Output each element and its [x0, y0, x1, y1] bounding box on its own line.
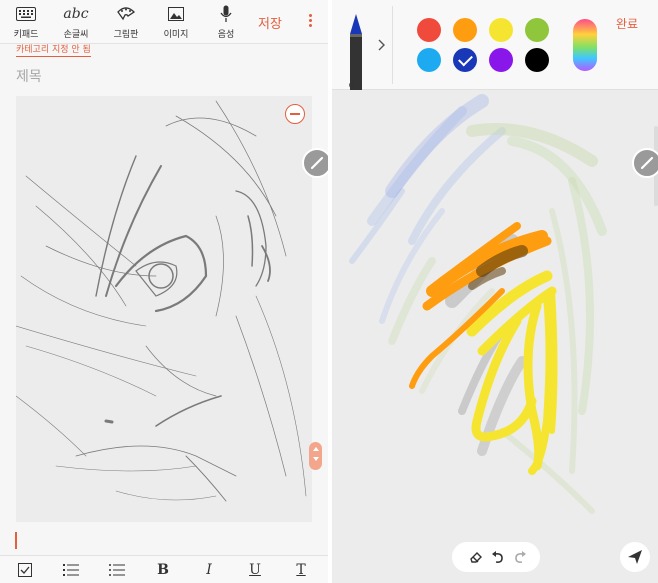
- microphone-icon: [202, 4, 250, 24]
- drawing-canvas[interactable]: [332, 91, 658, 541]
- scroll-handle[interactable]: [309, 442, 322, 470]
- bold-icon[interactable]: B: [152, 560, 174, 580]
- text-cursor: [15, 532, 17, 549]
- keyboard-icon: [2, 4, 50, 24]
- color-swatch-orange[interactable]: [453, 18, 477, 42]
- image-tool[interactable]: 이미지: [152, 4, 200, 42]
- remove-drawing-button[interactable]: [285, 104, 305, 124]
- color-strokes: [349, 94, 607, 514]
- pen-icon: [310, 156, 324, 170]
- italic-icon[interactable]: I: [198, 560, 220, 580]
- send-icon: [628, 550, 642, 564]
- paint-label: 그림판: [113, 30, 139, 40]
- more-vert-icon[interactable]: [304, 12, 316, 32]
- redo-icon[interactable]: [512, 549, 528, 565]
- pen-settings-toolbar: 완료: [332, 0, 658, 97]
- text-style-icon[interactable]: T: [290, 560, 312, 580]
- handwriting-tool[interactable]: abc 손글씨: [52, 4, 100, 42]
- done-button[interactable]: 완료: [616, 15, 638, 32]
- handwriting-label: 손글씨: [63, 30, 89, 40]
- toolbar-separator: [392, 6, 393, 84]
- note-editor-panel: 키패드 abc 손글씨 그림판 이미지 음성 저장 카테고리 지정 안 됨 제목…: [0, 0, 328, 583]
- chevron-right-icon[interactable]: [376, 38, 386, 52]
- title-input[interactable]: 제목: [16, 66, 42, 86]
- edit-pen-button[interactable]: [632, 148, 658, 178]
- pen-icon: [640, 156, 654, 170]
- numbered-list-icon[interactable]: [60, 560, 82, 580]
- keypad-label: 키패드: [13, 30, 39, 40]
- image-label: 이미지: [163, 30, 189, 40]
- undo-icon[interactable]: [490, 549, 506, 565]
- color-swatch-navy-selected[interactable]: [453, 48, 477, 72]
- color-swatch-yellow[interactable]: [489, 18, 513, 42]
- paint-tool[interactable]: 그림판: [102, 4, 150, 42]
- custom-color-picker[interactable]: [573, 19, 597, 71]
- handwriting-icon: abc: [63, 6, 89, 22]
- drawing-panel: 완료: [332, 0, 658, 583]
- save-button[interactable]: 저장: [258, 13, 282, 32]
- keypad-tool[interactable]: 키패드: [2, 4, 50, 42]
- pencil-sketch: [15, 100, 307, 502]
- edit-pen-button[interactable]: [302, 148, 328, 178]
- editor-toolbar: 키패드 abc 손글씨 그림판 이미지 음성 저장: [0, 0, 328, 44]
- image-icon: [152, 4, 200, 24]
- history-controls: [452, 542, 540, 572]
- send-button[interactable]: [620, 542, 650, 572]
- checkbox-icon[interactable]: [14, 560, 36, 580]
- color-swatch-red[interactable]: [417, 18, 441, 42]
- voice-tool[interactable]: 음성: [202, 4, 250, 42]
- format-toolbar: B I U T: [0, 555, 328, 583]
- color-swatch-black[interactable]: [525, 48, 549, 72]
- category-link[interactable]: 카테고리 지정 안 됨: [16, 42, 91, 57]
- drawing-canvas[interactable]: [15, 96, 312, 522]
- bullet-list-icon[interactable]: [106, 560, 128, 580]
- gear-icon[interactable]: [348, 80, 358, 90]
- eraser-icon[interactable]: [468, 549, 484, 565]
- underline-icon[interactable]: U: [244, 560, 266, 580]
- pen-type-selector[interactable]: [348, 14, 364, 90]
- pen-icon: [350, 14, 362, 90]
- color-swatch-purple[interactable]: [489, 48, 513, 72]
- paint-palette-icon: [102, 4, 150, 24]
- color-swatch-green[interactable]: [525, 18, 549, 42]
- voice-label: 음성: [217, 30, 235, 40]
- color-swatch-light-blue[interactable]: [417, 48, 441, 72]
